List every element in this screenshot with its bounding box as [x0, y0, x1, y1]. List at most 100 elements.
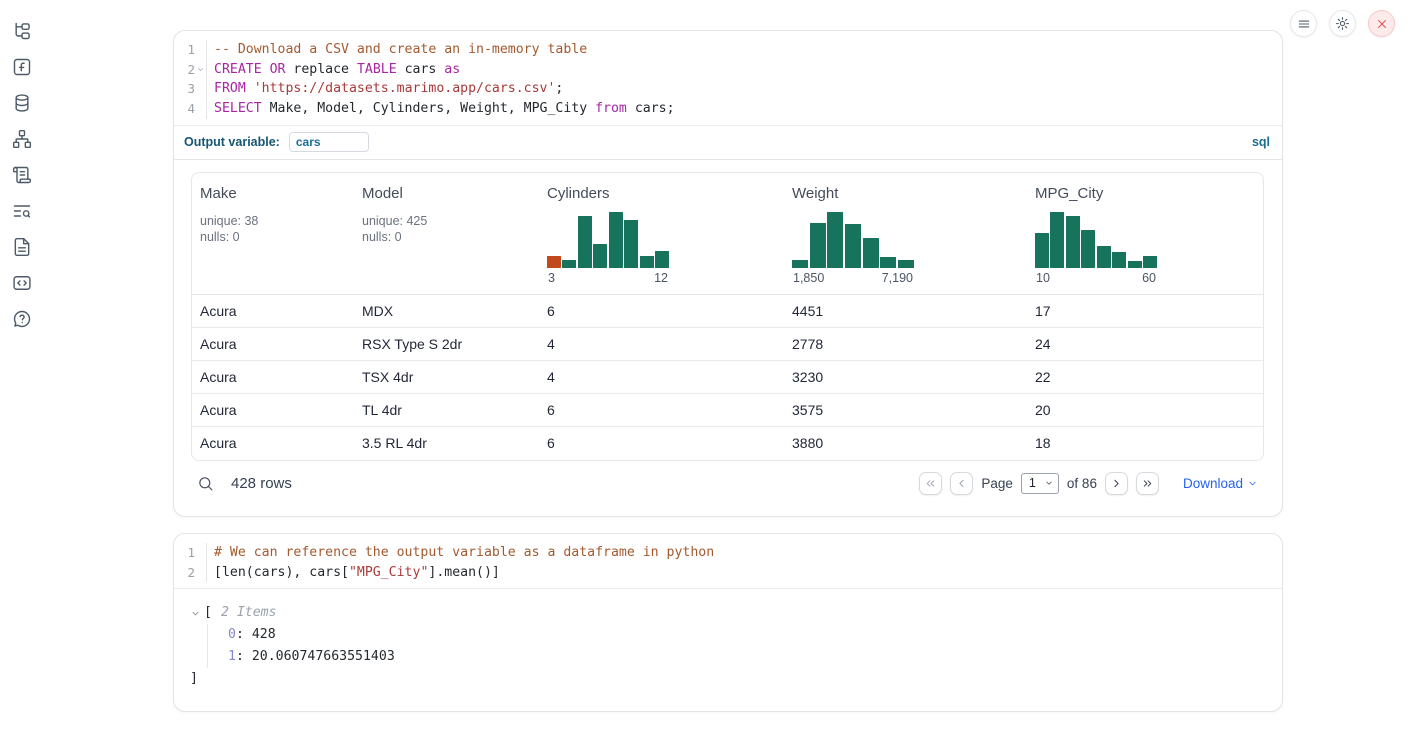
- snippets-icon: [12, 273, 32, 293]
- table-row[interactable]: AcuraTL 4dr6357520: [192, 394, 1263, 427]
- menu-button[interactable]: [1290, 10, 1317, 37]
- histogram-bar: [810, 223, 826, 268]
- code-token: ].mean()]: [428, 565, 499, 580]
- histogram-bar: [827, 212, 843, 268]
- sql-cell: 1 -- Download a CSV and create an in-memo…: [173, 30, 1283, 517]
- code-line: 1 -- Download a CSV and create an in-memo…: [174, 40, 1282, 60]
- table-search-button[interactable]: [197, 475, 214, 492]
- column-header-weight[interactable]: Weight1,8507,190: [784, 173, 1027, 294]
- table-cell: Acura: [192, 303, 354, 319]
- first-page-button[interactable]: [919, 472, 942, 495]
- sidebar-item-list-search[interactable]: [11, 201, 33, 221]
- line-number: 1: [174, 40, 195, 60]
- code-token: SELECT: [214, 101, 262, 116]
- sidebar-item-dependency-graph[interactable]: [11, 129, 33, 149]
- column-stats: unique: 425nulls: 0: [362, 213, 531, 246]
- histogram-bar: [845, 224, 861, 268]
- code-token: as: [444, 62, 460, 77]
- histogram-bar: [640, 256, 654, 268]
- histogram-bar: [1066, 216, 1080, 268]
- notebook-actions: [1290, 10, 1395, 37]
- histogram-min-label: 1,850: [793, 271, 824, 288]
- histogram-bar: [1128, 261, 1142, 268]
- table-header: Makeunique: 38nulls: 0Modelunique: 425nu…: [192, 173, 1263, 295]
- column-header-model[interactable]: Model unique: 425nulls: 0: [354, 173, 539, 294]
- tree-item-key: 0: [228, 627, 236, 642]
- table-footer: 428 rows Page 1 of 86: [191, 467, 1264, 500]
- column-stat: nulls: 0: [200, 229, 346, 246]
- code-token: # We can reference the output variable a…: [214, 545, 714, 560]
- histogram-bars: [547, 212, 669, 268]
- sidebar-item-function-square[interactable]: [11, 57, 33, 77]
- column-title: Model: [362, 185, 531, 202]
- table-cell: Acura: [192, 369, 354, 385]
- column-title: MPG_City: [1035, 185, 1255, 202]
- histogram-bar: [593, 244, 607, 268]
- column-stat: unique: 425: [362, 213, 531, 230]
- table-row[interactable]: AcuraRSX Type S 2dr4277824: [192, 328, 1263, 361]
- tree-collapse-toggle[interactable]: [190, 608, 204, 619]
- shutdown-button[interactable]: [1368, 10, 1395, 37]
- code-token: cars;: [627, 101, 675, 116]
- sidebar-item-document[interactable]: [11, 237, 33, 257]
- table-row[interactable]: Acura3.5 RL 4dr6388018: [192, 427, 1263, 460]
- code-token: Make, Model, Cylinders, Weight, MPG_City: [262, 101, 595, 116]
- tree-item-separator: :: [236, 649, 252, 664]
- table-cell: Acura: [192, 435, 354, 451]
- tree-item-value: 428: [252, 627, 276, 642]
- prev-page-button[interactable]: [950, 472, 973, 495]
- table-row[interactable]: AcuraTSX 4dr4323022: [192, 361, 1263, 394]
- histogram-bar: [547, 256, 561, 268]
- tree-open-bracket: [: [204, 602, 212, 624]
- fold-chevron-icon: [196, 65, 205, 74]
- histogram-bar: [624, 220, 638, 268]
- fold-toggle: [195, 99, 206, 119]
- code-text: FROM 'https://datasets.marimo.app/cars.c…: [206, 79, 1282, 99]
- sidebar-item-help[interactable]: [11, 309, 33, 329]
- next-page-button[interactable]: [1105, 472, 1128, 495]
- table-row[interactable]: AcuraMDX6445117: [192, 295, 1263, 328]
- last-page-button[interactable]: [1136, 472, 1159, 495]
- python-code-editor[interactable]: 1# We can reference the output variable …: [174, 534, 1282, 589]
- page-select[interactable]: 1: [1021, 473, 1059, 494]
- column-header-cylinders[interactable]: Cylinders312: [539, 173, 784, 294]
- code-token: "MPG_City": [349, 565, 428, 580]
- tree-close-bracket: ]: [190, 668, 1282, 690]
- column-header-mpg_city[interactable]: MPG_City1060: [1027, 173, 1263, 294]
- table-cell: 3575: [784, 402, 1027, 418]
- column-header-make[interactable]: Makeunique: 38nulls: 0: [192, 173, 354, 294]
- code-token: FROM: [214, 81, 246, 96]
- code-line: 4SELECT Make, Model, Cylinders, Weight, …: [174, 99, 1282, 119]
- sql-code-editor[interactable]: 1 -- Download a CSV and create an in-memo…: [174, 31, 1282, 126]
- table-cell: Acura: [192, 336, 354, 352]
- sidebar-item-snippets[interactable]: [11, 273, 33, 293]
- sidebar-item-database[interactable]: [11, 93, 33, 113]
- code-token: cars: [397, 62, 445, 77]
- table-cell: 3230: [784, 369, 1027, 385]
- table-cell: 4451: [784, 303, 1027, 319]
- page-total-label: of 86: [1067, 476, 1097, 491]
- code-text: SELECT Make, Model, Cylinders, Weight, M…: [206, 99, 1282, 119]
- tree-item: 1: 20.060747663551403: [228, 646, 1282, 668]
- sidebar-item-file-tree[interactable]: [11, 21, 33, 41]
- table-body: AcuraMDX6445117AcuraRSX Type S 2dr427782…: [192, 295, 1263, 460]
- code-token: replace: [285, 62, 356, 77]
- histogram-bar: [578, 216, 592, 268]
- histogram-bar: [1081, 230, 1095, 268]
- sidebar-item-scroll[interactable]: [11, 165, 33, 185]
- code-token: [len(cars), cars[: [214, 565, 349, 580]
- histogram-max-label: 60: [1142, 271, 1156, 288]
- histogram-bar: [1035, 233, 1049, 268]
- histogram-bar: [880, 257, 896, 268]
- settings-button[interactable]: [1329, 10, 1356, 37]
- histogram-bar: [609, 212, 623, 268]
- table-cell: 17: [1027, 303, 1263, 319]
- column-histogram: 1,8507,190: [792, 212, 914, 288]
- code-token: ;: [555, 81, 563, 96]
- output-variable-input[interactable]: [289, 132, 369, 152]
- fold-toggle[interactable]: [195, 60, 206, 80]
- download-button[interactable]: Download: [1177, 475, 1264, 492]
- code-token: -- Download a CSV and create an in-memor…: [214, 42, 587, 57]
- python-cell: 1# We can reference the output variable …: [173, 533, 1283, 712]
- fold-toggle: [195, 563, 206, 583]
